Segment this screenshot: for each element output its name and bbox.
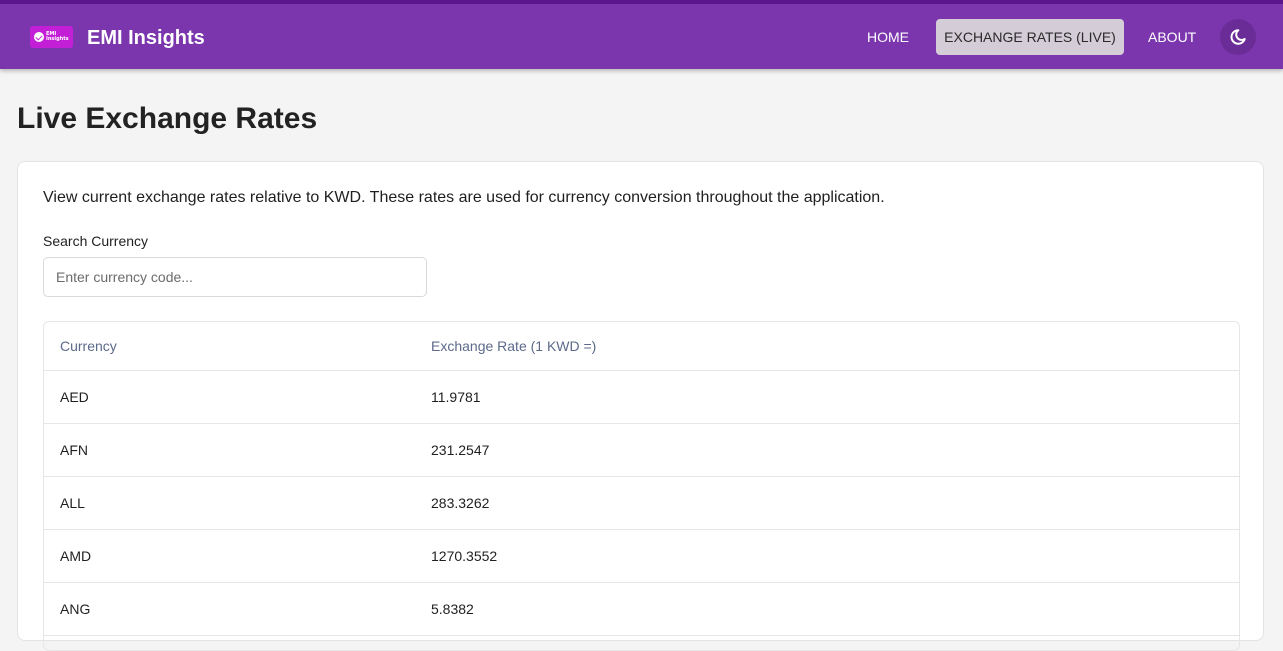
logo-check-icon <box>34 32 44 42</box>
table-row[interactable]: ALL 283.3262 <box>44 477 1239 530</box>
nav-about[interactable]: ABOUT <box>1140 19 1204 55</box>
column-header-currency[interactable]: Currency <box>60 322 117 370</box>
nav-exchange-rates[interactable]: EXCHANGE RATES (LIVE) <box>936 19 1124 55</box>
table-header-row: Currency Exchange Rate (1 KWD =) <box>44 322 1239 371</box>
search-label: Search Currency <box>43 233 149 249</box>
currency-code: AED <box>60 389 89 405</box>
app-logo[interactable]: EMI Insights <box>30 26 73 48</box>
exchange-rate: 5.8382 <box>431 601 474 617</box>
currency-code: ANG <box>60 601 91 617</box>
exchange-rate: 283.3262 <box>431 495 490 511</box>
exchange-rate: 1270.3552 <box>431 548 498 564</box>
table-row[interactable]: AED 11.9781 <box>44 371 1239 424</box>
logo-text: EMI Insights <box>46 31 69 42</box>
currency-code: AMD <box>60 548 92 564</box>
brand-title[interactable]: EMI Insights <box>87 26 205 50</box>
table-row[interactable]: AMD 1270.3552 <box>44 530 1239 583</box>
moon-icon <box>1230 29 1246 45</box>
column-header-rate[interactable]: Exchange Rate (1 KWD =) <box>431 322 596 370</box>
currency-code: ALL <box>60 495 85 511</box>
exchange-rate: 11.9781 <box>431 389 481 405</box>
exchange-rate: 231.2547 <box>431 442 490 458</box>
nav-home[interactable]: HOME <box>859 19 917 55</box>
rates-table: Currency Exchange Rate (1 KWD =) AED 11.… <box>43 321 1240 651</box>
table-row[interactable]: ANG 5.8382 <box>44 583 1239 636</box>
search-input[interactable] <box>43 257 427 297</box>
theme-toggle-button[interactable] <box>1220 19 1256 55</box>
exchange-rates-card: View current exchange rates relative to … <box>17 161 1264 651</box>
table-row[interactable]: AFN 231.2547 <box>44 424 1239 477</box>
page-title: Live Exchange Rates <box>17 102 318 135</box>
top-app-bar: EMI Insights EMI Insights HOME EXCHANGE … <box>0 0 1283 69</box>
currency-code: AFN <box>60 442 88 458</box>
intro-text: View current exchange rates relative to … <box>43 189 885 206</box>
